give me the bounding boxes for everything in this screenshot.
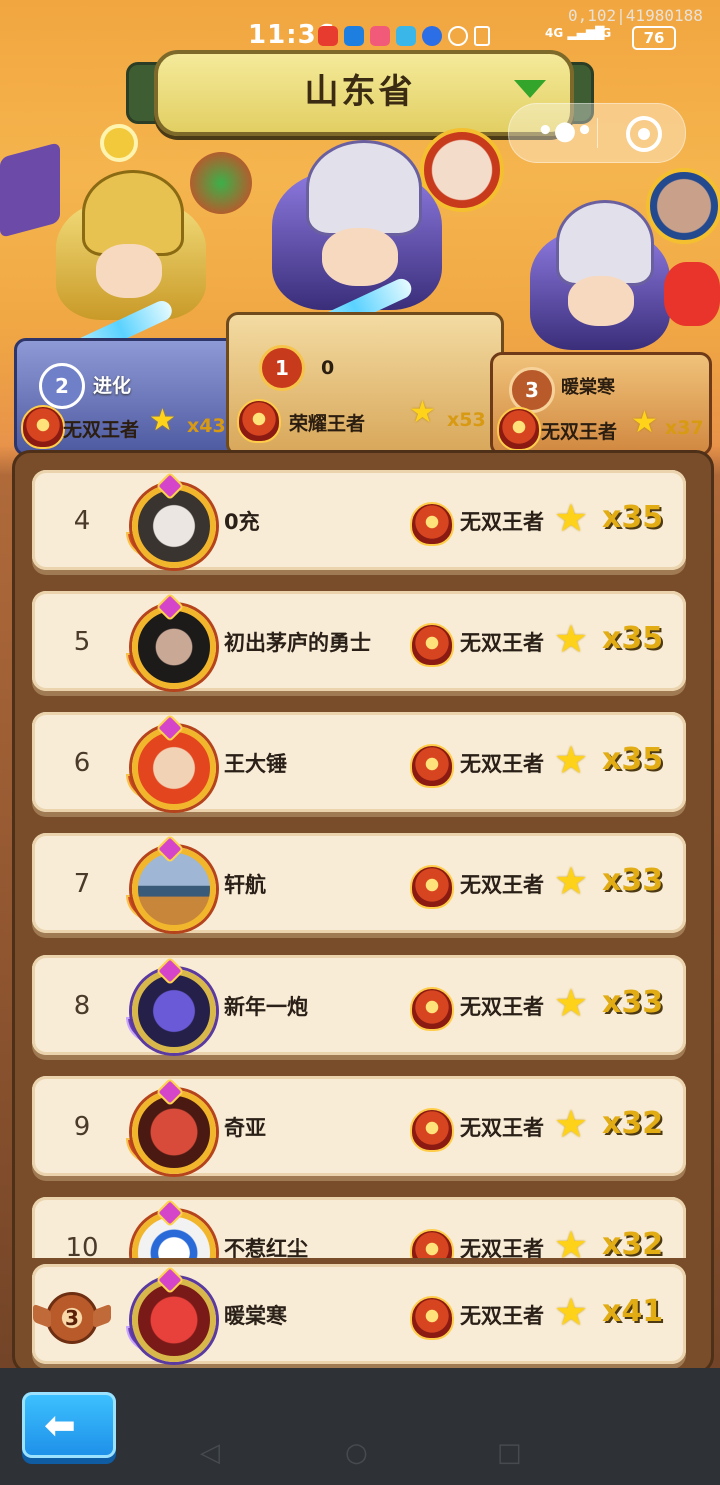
star-icon: ★ <box>554 1223 589 1258</box>
table-row[interactable]: 8 新年一炮 无双王者 ★ x33 <box>32 955 686 1055</box>
avatar[interactable] <box>132 1278 216 1362</box>
tier-name: 无双王者 <box>460 873 544 897</box>
table-row[interactable]: 6 王大锤 无双王者 ★ x35 <box>32 712 686 812</box>
star-count: x33 <box>602 985 664 1020</box>
row-rank: 7 <box>73 869 91 899</box>
row-rank: 8 <box>73 991 91 1021</box>
table-row[interactable]: 4 0充 无双王者 ★ x35 <box>32 470 686 570</box>
star-count: x35 <box>602 742 664 777</box>
star-count: x32 <box>602 1106 664 1141</box>
tier-name: 无双王者 <box>460 631 544 655</box>
player-name: 不惹红尘 <box>224 1237 308 1258</box>
avatar[interactable] <box>132 484 216 568</box>
tier-emblem-icon <box>410 623 454 667</box>
avatar[interactable] <box>132 726 216 810</box>
player-name: 初出茅庐的勇士 <box>224 631 371 655</box>
star-count: x32 <box>602 1227 664 1258</box>
player-name: 王大锤 <box>224 752 287 776</box>
tier-emblem-icon <box>410 1296 454 1340</box>
tier-emblem-icon <box>410 744 454 788</box>
row-rank: 5 <box>73 627 91 657</box>
tier-emblem-icon <box>410 865 454 909</box>
star-count: x33 <box>602 863 664 898</box>
table-row[interactable]: 9 奇亚 无双王者 ★ x32 <box>32 1076 686 1176</box>
star-icon: ★ <box>554 738 589 782</box>
player-name: 轩航 <box>224 873 266 897</box>
star-icon: ★ <box>554 859 589 903</box>
table-row[interactable]: 10 不惹红尘 无双王者 ★ x32 <box>32 1197 686 1258</box>
avatar[interactable] <box>132 1090 216 1174</box>
nav-back-icon[interactable]: ◁ <box>200 1438 220 1468</box>
tier-name: 无双王者 <box>460 1116 544 1140</box>
tier-emblem-icon <box>410 1108 454 1152</box>
avatar[interactable] <box>132 605 216 689</box>
my-rank-row[interactable]: 3 暖棠寒 无双王者 ★ x41 <box>32 1264 686 1364</box>
row-rank: 10 <box>65 1233 99 1258</box>
player-name: 新年一炮 <box>224 995 308 1019</box>
player-name: 奇亚 <box>224 1116 266 1140</box>
rank-medal-icon: 3 <box>46 1292 98 1344</box>
star-icon: ★ <box>554 617 589 661</box>
star-icon: ★ <box>554 1102 589 1146</box>
back-button[interactable]: ⬅ <box>22 1392 116 1458</box>
star-icon: ★ <box>554 1290 589 1334</box>
table-row[interactable]: 5 初出茅庐的勇士 无双王者 ★ x35 <box>32 591 686 691</box>
back-arrow-icon: ⬅ <box>44 1403 76 1447</box>
avatar[interactable] <box>132 969 216 1053</box>
tier-emblem-icon <box>410 502 454 546</box>
avatar[interactable] <box>132 847 216 931</box>
tier-name: 无双王者 <box>460 1237 544 1258</box>
tier-emblem-icon <box>410 1229 454 1258</box>
player-name: 暖棠寒 <box>224 1304 287 1328</box>
row-rank: 9 <box>73 1112 91 1142</box>
star-count: x35 <box>602 621 664 656</box>
nav-recent-icon[interactable]: □ <box>497 1438 522 1468</box>
tier-name: 无双王者 <box>460 995 544 1019</box>
player-name: 0充 <box>224 510 260 534</box>
star-count: x35 <box>602 500 664 535</box>
row-rank: 6 <box>73 748 91 778</box>
star-icon: ★ <box>554 981 589 1025</box>
tier-name: 无双王者 <box>460 1304 544 1328</box>
table-row[interactable]: 7 轩航 无双王者 ★ x33 <box>32 833 686 933</box>
leaderboard-scroll[interactable]: 4 0充 无双王者 ★ x35 5 初出茅庐的勇士 无双王者 ★ x35 6 王… <box>0 0 720 1258</box>
tier-name: 无双王者 <box>460 752 544 776</box>
tier-emblem-icon <box>410 987 454 1031</box>
tier-name: 无双王者 <box>460 510 544 534</box>
star-count: x41 <box>602 1294 664 1329</box>
nav-home-icon[interactable]: ○ <box>345 1438 368 1468</box>
star-icon: ★ <box>554 496 589 540</box>
row-rank: 4 <box>73 506 91 536</box>
